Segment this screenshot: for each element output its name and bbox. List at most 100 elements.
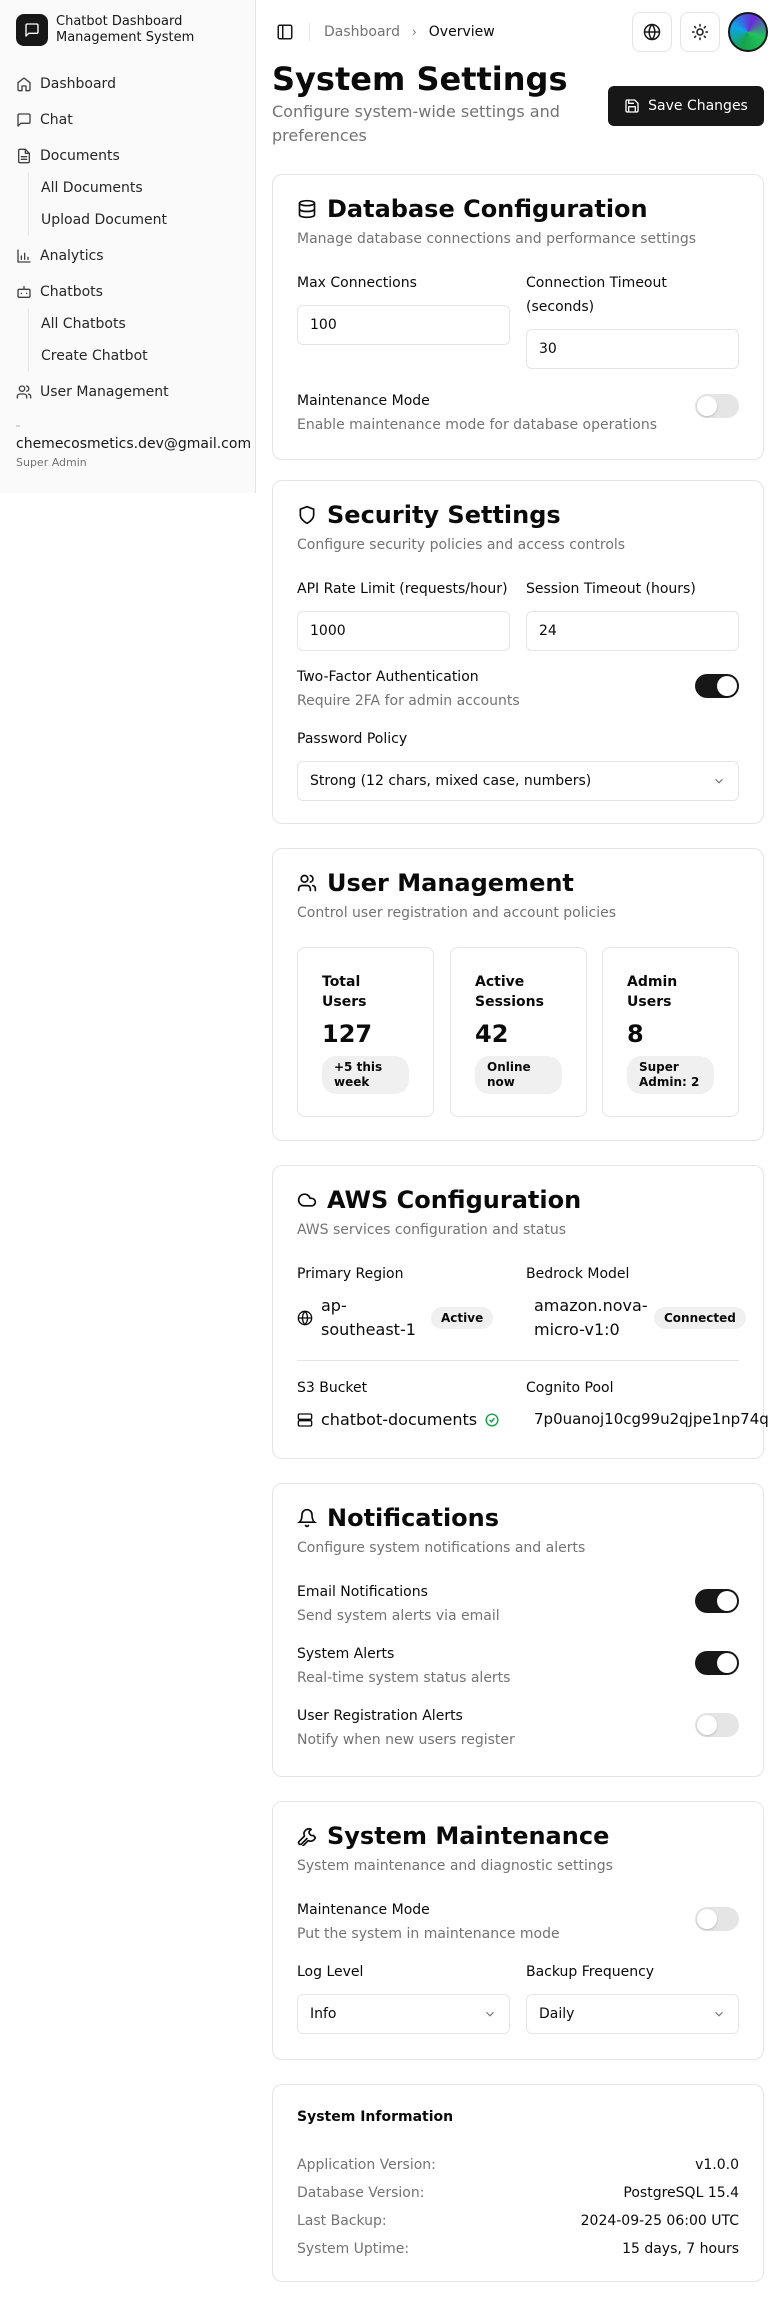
chevron-down-icon <box>715 778 723 784</box>
info-row-uptime: System Uptime: 15 days, 7 hours <box>297 2241 739 2257</box>
avatar[interactable] <box>728 12 768 52</box>
stat-label: Admin Users <box>627 974 678 1010</box>
sidebar-toggle-button[interactable] <box>271 18 299 46</box>
theme-toggle-button[interactable] <box>680 12 720 52</box>
sidebar-item-all-chatbots[interactable]: All Chatbots <box>41 308 247 340</box>
chat-bubble-logo-icon <box>16 14 48 46</box>
db-maintenance-toggle[interactable] <box>695 394 739 418</box>
page-title: System Settings <box>272 60 568 98</box>
two-factor-toggle[interactable] <box>695 674 739 698</box>
stat-pill: +5 this week <box>322 1056 409 1094</box>
card-title-text: AWS Configuration <box>327 1186 582 1214</box>
card-description: AWS services configuration and status <box>297 1222 567 1238</box>
users-icon <box>16 385 32 399</box>
sidebar-item-user-management[interactable]: User Management <box>8 376 247 408</box>
system-information-card: System Information Application Version: … <box>272 2084 764 2282</box>
sidebar-item-documents[interactable]: Documents <box>8 140 247 172</box>
sidebar-item-dashboard[interactable]: Dashboard <box>8 68 247 100</box>
sidebar-item-label: Documents <box>40 148 120 164</box>
card-description: Manage database connections and performa… <box>297 231 697 247</box>
sidebar-item-label: Chatbots <box>40 284 103 300</box>
email-notifications-label: Email Notifications <box>297 1584 428 1600</box>
bar-chart-icon <box>17 249 31 263</box>
sidebar-item-analytics[interactable]: Analytics <box>8 240 247 272</box>
language-button[interactable] <box>632 12 672 52</box>
sidebar-item-label: Analytics <box>40 248 104 264</box>
maintenance-mode-description: Enable maintenance mode for database ope… <box>297 417 658 433</box>
user-management-card: User Management Control user registratio… <box>272 848 764 1141</box>
chatbots-submenu: All Chatbots Create Chatbot <box>28 308 247 372</box>
sidebar-item-label: Chat <box>40 112 73 128</box>
user-profile[interactable]: chemecosmetics.dev@gmail.com Super Admin <box>16 436 251 469</box>
email-notifications-description: Send system alerts via email <box>297 1608 500 1624</box>
aws-config-card: AWS Configuration AWS services configura… <box>272 1165 769 1459</box>
connection-timeout-input[interactable]: 30 <box>526 329 739 369</box>
globe-icon <box>643 23 661 41</box>
breadcrumb-dashboard[interactable]: Dashboard <box>324 24 400 40</box>
s3-bucket-label: S3 Bucket <box>297 1380 368 1396</box>
sidebar: Chatbot Dashboard Management System Dash… <box>0 0 256 493</box>
sidebar-item-chatbots[interactable]: Chatbots <box>8 276 247 308</box>
info-key: System Uptime: <box>297 2241 410 2257</box>
password-policy-label: Password Policy <box>297 731 408 747</box>
shield-icon <box>299 505 315 525</box>
api-rate-limit-input[interactable]: 1000 <box>297 611 510 651</box>
message-icon <box>17 113 31 127</box>
save-button-label: Save Changes <box>648 98 748 114</box>
password-policy-select[interactable]: Strong (12 chars, mixed case, numbers) <box>297 761 739 801</box>
connection-timeout-label: Connection Timeout (seconds) <box>526 275 667 315</box>
info-value: PostgreSQL 15.4 <box>623 2185 739 2201</box>
sidebar-item-upload-document[interactable]: Upload Document <box>41 204 247 236</box>
system-maintenance-toggle[interactable] <box>695 1907 739 1931</box>
system-alerts-toggle[interactable] <box>695 1651 739 1675</box>
sun-icon <box>691 23 709 41</box>
system-maintenance-card: System Maintenance System maintenance an… <box>272 1801 764 2060</box>
breadcrumb-current: Overview <box>428 24 495 40</box>
stat-pill: Super Admin: 2 <box>627 1056 714 1094</box>
sidebar-item-label: User Management <box>40 384 169 400</box>
save-changes-button[interactable]: Save Changes <box>608 86 764 126</box>
stat-total-users: Total Users 127 +5 this week <box>297 947 434 1117</box>
card-title: Notifications <box>297 1504 499 1532</box>
chevron-down-icon <box>486 2011 494 2017</box>
backup-frequency-value: Daily <box>539 2006 575 2022</box>
user-registration-alerts-toggle[interactable] <box>695 1713 739 1737</box>
model-text: amazon.nova-micro-v1:0 <box>534 1296 648 1339</box>
session-timeout-input[interactable]: 24 <box>526 611 739 651</box>
status-badge: Connected <box>654 1307 746 1329</box>
primary-region-value: ap-southeast-1 Active <box>297 1294 517 1342</box>
card-title: AWS Configuration <box>297 1186 581 1214</box>
home-icon <box>17 77 31 92</box>
s3-bucket-value: chatbot-documents <box>297 1410 507 1429</box>
maintenance-mode-description: Put the system in maintenance mode <box>297 1926 560 1942</box>
chevron-down-icon <box>715 2011 723 2017</box>
panel-left-icon <box>277 24 293 40</box>
save-icon <box>625 99 639 113</box>
info-key: Database Version: <box>297 2185 425 2201</box>
sidebar-item-chat[interactable]: Chat <box>8 104 247 136</box>
sidebar-divider <box>16 425 20 427</box>
system-information-title: System Information <box>297 2109 454 2125</box>
info-value: 2024-09-25 06:00 UTC <box>580 2213 739 2229</box>
log-level-select[interactable]: Info <box>297 1994 510 2034</box>
maintenance-mode-label: Maintenance Mode <box>297 1902 430 1918</box>
bell-icon <box>297 1508 317 1528</box>
sidebar-item-label: Dashboard <box>40 76 116 92</box>
card-title: Database Configuration <box>297 195 648 223</box>
max-connections-input[interactable]: 100 <box>297 305 510 345</box>
brand[interactable]: Chatbot Dashboard Management System <box>0 0 255 60</box>
system-alerts-description: Real-time system status alerts <box>297 1670 511 1686</box>
globe-icon <box>297 1310 313 1326</box>
cognito-pool-label: Cognito Pool <box>526 1380 614 1396</box>
user-registration-alerts-description: Notify when new users register <box>297 1732 515 1748</box>
backup-frequency-select[interactable]: Daily <box>526 1994 739 2034</box>
stat-value: 42 <box>475 1020 509 1048</box>
email-notifications-toggle[interactable] <box>695 1589 739 1613</box>
user-registration-alerts-label: User Registration Alerts <box>297 1708 463 1724</box>
sidebar-item-all-documents[interactable]: All Documents <box>41 172 247 204</box>
system-alerts-label: System Alerts <box>297 1646 395 1662</box>
region-text: ap-southeast-1 <box>321 1296 416 1339</box>
log-level-label: Log Level <box>297 1964 364 1980</box>
bot-icon <box>17 286 31 298</box>
sidebar-item-create-chatbot[interactable]: Create Chatbot <box>41 340 247 372</box>
